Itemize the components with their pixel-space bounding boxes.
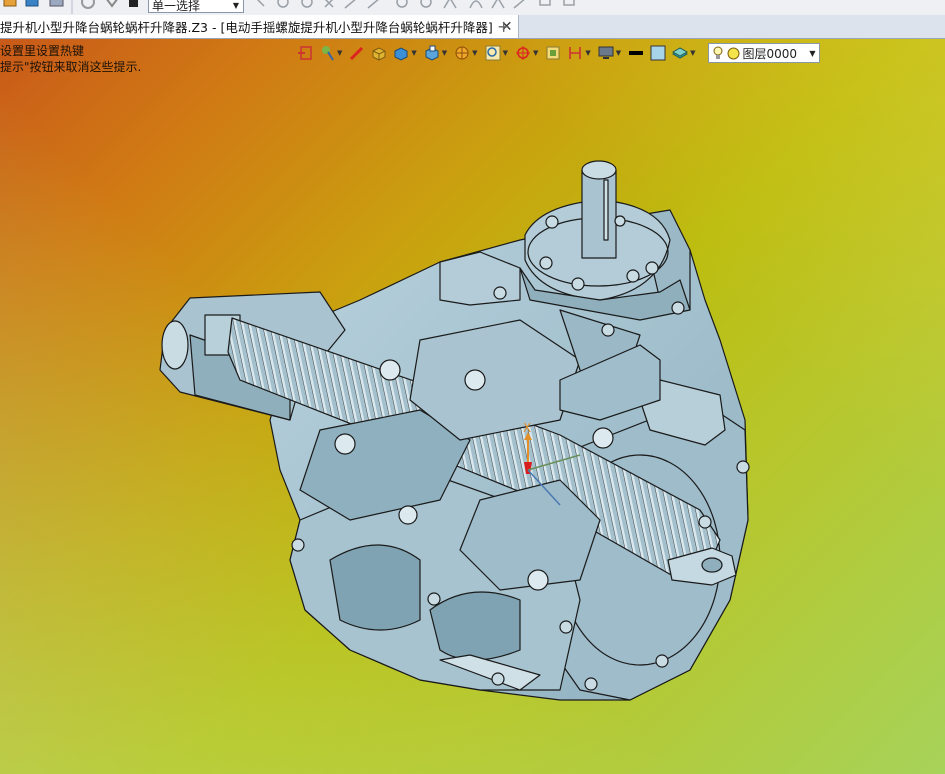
fill-color-icon[interactable] xyxy=(649,44,667,62)
view-orientation-icon[interactable] xyxy=(423,44,441,62)
dimension-icon[interactable] xyxy=(566,44,584,62)
chevron-down-icon: ▼ xyxy=(809,48,816,58)
model-render[interactable]: X xyxy=(0,0,945,774)
select-pointer-icon[interactable] xyxy=(318,44,336,62)
chevron-down-icon[interactable]: ▼ xyxy=(411,49,416,57)
pick-filter-icon[interactable] xyxy=(106,0,118,8)
hint-text: 设置里设置热键 提示"按钮来取消这些提示. xyxy=(0,43,141,75)
hint-line-1: 设置里设置热键 xyxy=(0,44,85,58)
layer-name: 图层0000 xyxy=(742,46,798,61)
layer-select[interactable]: 图层0000 ▼ xyxy=(707,43,820,63)
view-exit-icon[interactable] xyxy=(296,44,314,62)
input-shaft[interactable] xyxy=(581,160,617,259)
document-tab[interactable]: 提升机小型升降台蜗轮蜗杆升降器.Z3 - [电动手摇螺旋提升机小型升降台蜗轮蜗杆… xyxy=(0,15,520,38)
chevron-down-icon[interactable]: ▼ xyxy=(690,49,695,57)
lightbulb-icon xyxy=(713,46,723,59)
chevron-down-icon[interactable]: ▼ xyxy=(503,49,508,57)
print-icon[interactable] xyxy=(49,0,64,7)
chevron-down-icon[interactable]: ▼ xyxy=(616,49,621,57)
view-toolbar: ▼ ▼ ▼ ▼ ▼ ▼ ▼ ▼ ▼ 图层0000 ▼ xyxy=(296,41,820,65)
quick-access-bar: 单一选择 ▼ xyxy=(0,0,945,15)
sketch-pencil-icon[interactable] xyxy=(348,44,366,62)
chevron-down-icon[interactable]: ▼ xyxy=(472,49,477,57)
chevron-down-icon[interactable]: ▼ xyxy=(337,49,342,57)
undo-icon[interactable] xyxy=(81,0,95,9)
line-color-icon[interactable] xyxy=(627,44,645,62)
layer-stack-icon[interactable] xyxy=(671,44,689,62)
chevron-down-icon[interactable]: ▼ xyxy=(442,49,447,57)
triad-x-label: X xyxy=(523,421,531,435)
shaded-box-icon[interactable] xyxy=(370,44,388,62)
zoom-fit-icon[interactable] xyxy=(484,44,502,62)
document-tab-strip: 提升机小型升降台蜗轮蜗杆升降器.Z3 - [电动手摇螺旋提升机小型升降台蜗轮蜗杆… xyxy=(0,15,945,39)
chevron-down-icon[interactable]: ▼ xyxy=(585,49,590,57)
selection-mode-value: 单一选择 xyxy=(152,0,201,13)
display-style-icon[interactable] xyxy=(453,44,471,62)
rotate-view-icon[interactable] xyxy=(514,44,532,62)
solid-box-icon[interactable] xyxy=(392,44,410,62)
chevron-down-icon[interactable]: ▼ xyxy=(533,49,538,57)
new-tab-icon[interactable]: + xyxy=(497,17,510,36)
tool-row-icons[interactable] xyxy=(256,0,575,9)
selection-mode-select[interactable]: 单一选择 ▼ xyxy=(148,0,244,13)
open-file-icon[interactable] xyxy=(3,0,17,7)
hint-line-2: 提示"按钮来取消这些提示. xyxy=(0,60,142,74)
stop-icon[interactable] xyxy=(129,0,138,7)
save-icon[interactable] xyxy=(25,0,39,7)
section-view-icon[interactable] xyxy=(544,44,562,62)
document-tab-title: 提升机小型升降台蜗轮蜗杆升降器.Z3 - [电动手摇螺旋提升机小型升降台蜗轮蜗杆… xyxy=(0,20,493,35)
monitor-icon[interactable] xyxy=(597,44,615,62)
layer-status-icon xyxy=(727,47,740,59)
